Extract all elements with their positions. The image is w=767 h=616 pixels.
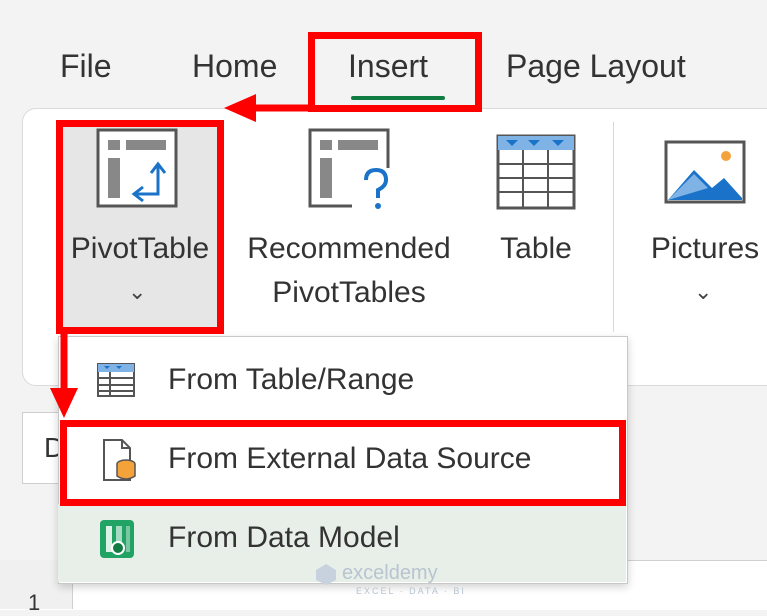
- annotation-arrows: [50, 94, 310, 418]
